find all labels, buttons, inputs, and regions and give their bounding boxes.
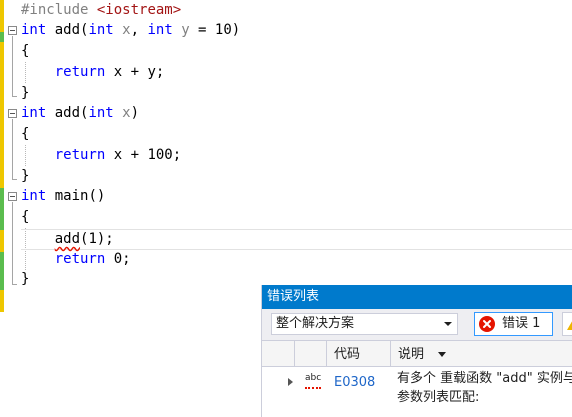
errors-filter-label: 错误 1 (502, 316, 541, 331)
open-brace: { (21, 209, 30, 225)
collapse-toggle[interactable] (8, 26, 17, 35)
outline-line (12, 202, 13, 284)
collapse-toggle[interactable] (8, 109, 17, 118)
return-type: int (21, 22, 47, 38)
code-line-7[interactable]: { (21, 124, 572, 145)
param-name: y (172, 22, 190, 38)
column-header-description[interactable]: 说明 (398, 341, 424, 368)
error-list-title[interactable]: 错误列表 (262, 285, 572, 309)
code-line-2[interactable]: int add(int x, int y = 10) (21, 20, 572, 41)
code-line-8[interactable]: return x + 100; (21, 145, 572, 166)
code-line-13[interactable]: return 0; (21, 249, 572, 270)
preprocessor-directive: #include (21, 2, 89, 18)
filter-dropdown-icon[interactable] (438, 352, 446, 357)
param-type: int (88, 22, 114, 38)
code-line-12-current[interactable]: add(1); (21, 229, 572, 250)
saved-change-marker (0, 32, 4, 42)
include-header: <iostream> (96, 2, 182, 18)
return-expression: x + y; (105, 64, 165, 80)
saved-change-marker (0, 188, 4, 230)
error-list-toolbar: 整个解决方案 错误 1 (262, 309, 572, 340)
chevron-down-icon (444, 322, 452, 326)
close-paren: ) (130, 105, 140, 121)
close-brace: } (21, 85, 30, 101)
column-separator[interactable] (326, 341, 327, 368)
unsaved-change-marker (0, 0, 4, 32)
close-brace: } (21, 168, 30, 184)
collapse-toggle[interactable] (8, 192, 17, 201)
code-line-10[interactable]: int main() (21, 186, 572, 207)
unsaved-change-marker (0, 290, 4, 312)
open-brace: { (21, 43, 30, 59)
outline-line (12, 36, 13, 96)
column-header-code[interactable]: 代码 (334, 341, 360, 368)
code-line-3[interactable]: { (21, 41, 572, 62)
return-expression: 0; (105, 251, 131, 267)
return-keyword: return (54, 147, 106, 163)
outline-line (12, 119, 13, 179)
warnings-filter-button[interactable] (562, 312, 572, 336)
return-type: int (21, 188, 47, 204)
warning-icon (567, 318, 572, 330)
code-line-5[interactable]: } (21, 83, 572, 104)
return-expression: x + 100; (105, 147, 182, 163)
error-code-link[interactable]: E0308 (334, 375, 375, 390)
comma: , (130, 22, 148, 38)
expand-row-icon[interactable] (288, 378, 293, 386)
return-type: int (21, 105, 47, 121)
error-row[interactable]: abc E0308 有多个 重载函数 "add" 实例与参数列表匹配: (262, 367, 572, 417)
outline-end (12, 96, 17, 97)
param-type: int (88, 105, 114, 121)
scope-dropdown[interactable]: 整个解决方案 (271, 313, 458, 335)
intellisense-error-icon: abc (305, 373, 321, 389)
code-line-9[interactable]: } (21, 166, 572, 187)
param-name: x (113, 105, 131, 121)
function-name: add( (46, 22, 89, 38)
scope-dropdown-value: 整个解决方案 (276, 316, 355, 331)
saved-change-marker (0, 252, 4, 290)
code-line-6[interactable]: int add(int x) (21, 103, 572, 124)
code-line-1[interactable]: #include <iostream> (21, 0, 572, 21)
outline-end (12, 284, 17, 285)
column-separator[interactable] (390, 341, 391, 368)
code-line-11[interactable]: { (21, 207, 572, 228)
error-description: 有多个 重载函数 "add" 实例与参数列表匹配: (397, 371, 572, 405)
column-separator[interactable] (294, 341, 295, 368)
unsaved-change-marker (0, 230, 4, 252)
default-value: = 10) (189, 22, 241, 38)
unsaved-change-marker (0, 42, 4, 188)
close-brace: } (21, 271, 30, 287)
function-name: add( (46, 105, 89, 121)
function-name: main() (46, 188, 106, 204)
return-keyword: return (54, 64, 106, 80)
return-keyword: return (54, 251, 106, 267)
error-list-panel: 错误列表 整个解决方案 错误 1 代码 说明 abc E0308 有多个 重载函… (261, 285, 572, 417)
error-table-header: 代码 说明 (262, 340, 572, 368)
errors-filter-button[interactable]: 错误 1 (474, 312, 553, 336)
outline-end (12, 179, 17, 180)
call-arguments: (1); (80, 231, 114, 247)
code-line-4[interactable]: return x + y; (21, 62, 572, 83)
open-brace: { (21, 126, 30, 142)
param-name: x (113, 22, 131, 38)
error-squiggle-call[interactable]: add (55, 231, 80, 247)
param-type: int (147, 22, 173, 38)
error-icon (479, 316, 495, 332)
